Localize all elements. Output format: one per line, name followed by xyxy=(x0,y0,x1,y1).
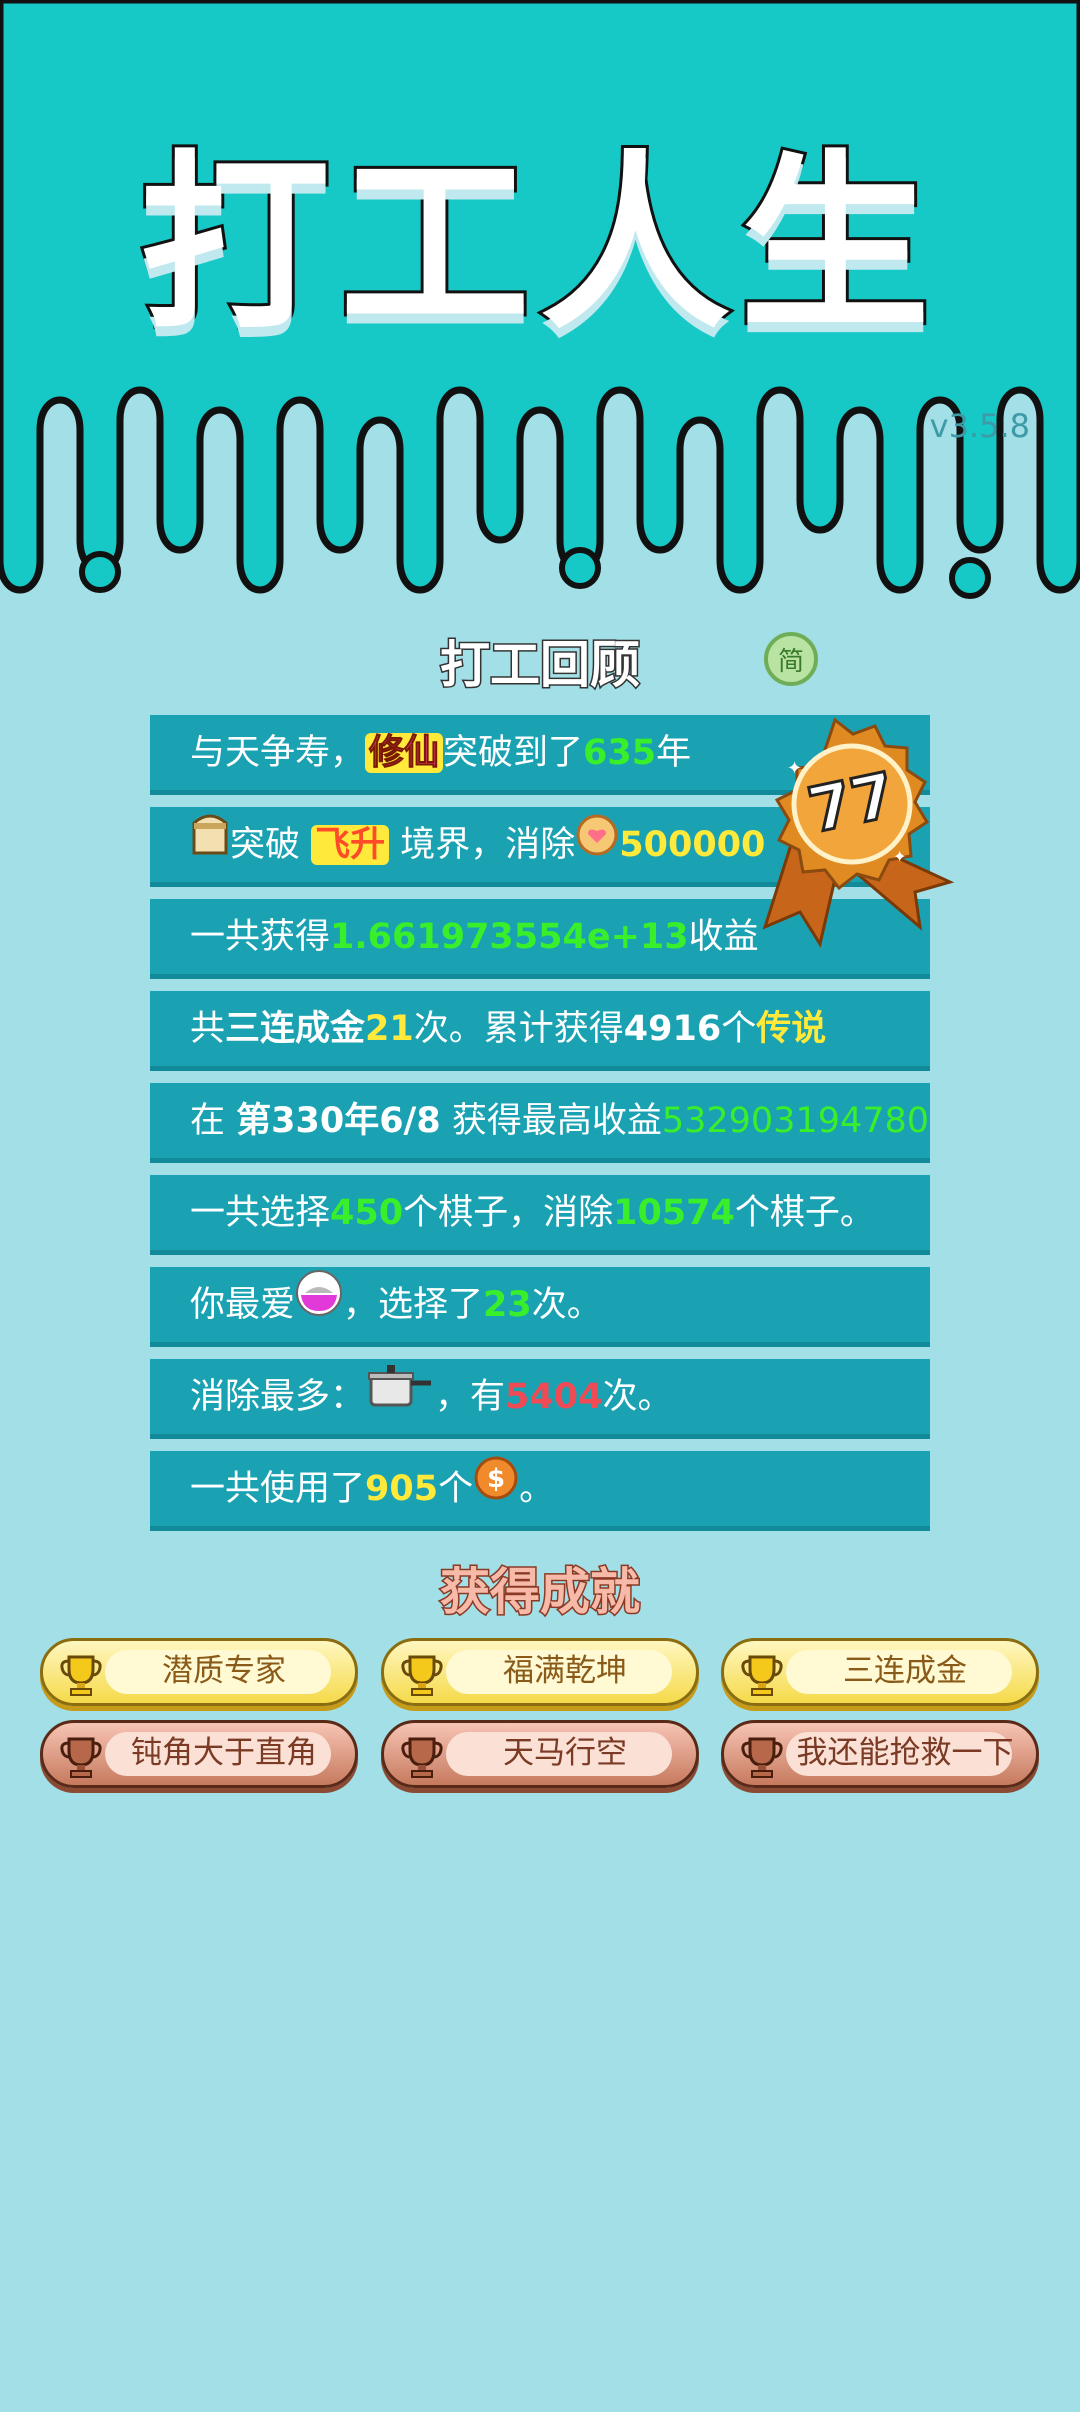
trophy-icon xyxy=(398,1651,446,1699)
dollar-coin-icon: $ xyxy=(473,1452,519,1526)
bowl-icon xyxy=(295,1268,343,1342)
trophy-icon xyxy=(57,1733,105,1781)
achievement-label: 我还能抢救一下 xyxy=(796,1735,1014,1771)
language-toggle-button[interactable]: 简 xyxy=(764,632,818,686)
bucket-icon xyxy=(190,808,230,882)
achievement-label: 福满乾坤 xyxy=(503,1653,627,1689)
trophy-icon xyxy=(738,1733,786,1781)
achievement-item[interactable]: 福满乾坤 xyxy=(381,1638,699,1706)
review-row-favorite: 你最爱 ，选择了23次。 xyxy=(150,1267,930,1347)
trophy-icon xyxy=(57,1651,105,1699)
achievement-item[interactable]: 三连成金 xyxy=(721,1638,1039,1706)
review-row-triple-gold: 共三连成金21次。累计获得4916个传说 xyxy=(150,991,930,1071)
achievement-label: 三连成金 xyxy=(843,1653,967,1689)
svg-text:✦: ✦ xyxy=(787,758,802,779)
header-banner: 打工人生 v3.5.8 xyxy=(0,0,1080,640)
achievement-item[interactable]: 天马行空 xyxy=(381,1720,699,1788)
achievement-label: 天马行空 xyxy=(503,1735,627,1771)
app-title: 打工人生 xyxy=(137,134,940,355)
achievement-item[interactable]: 钝角大于直角 xyxy=(40,1720,358,1788)
pot-icon xyxy=(365,1360,435,1434)
achievements-title: 获得成就 xyxy=(439,1562,642,1623)
coin-heart-icon xyxy=(575,808,619,882)
review-row-most-eliminated: 消除最多： ，有5404次。 xyxy=(150,1359,930,1439)
review-row-coins-used: 一共使用了905个 $。 xyxy=(150,1451,930,1531)
svg-text:✦: ✦ xyxy=(893,847,906,866)
review-row-pieces: 一共选择450个棋子，消除10574个棋子。 xyxy=(150,1175,930,1255)
version-label: v3.5.8 xyxy=(929,407,1030,445)
review-title: 打工回顾 xyxy=(439,635,642,696)
review-row-highest-income: 在 第330年6/8 获得最高收益5329031947808 xyxy=(150,1083,930,1163)
achievement-label: 钝角大于直角 xyxy=(131,1735,317,1771)
achievement-item[interactable]: 潜质专家 xyxy=(40,1638,358,1706)
svg-text:$: $ xyxy=(487,1464,505,1494)
achievement-label: 潜质专家 xyxy=(162,1653,286,1689)
achievement-item[interactable]: 我还能抢救一下 xyxy=(721,1720,1039,1788)
rosette-badge-icon: 77 ✦ ✦ xyxy=(735,712,970,952)
trophy-icon xyxy=(398,1733,446,1781)
trophy-icon xyxy=(738,1651,786,1699)
